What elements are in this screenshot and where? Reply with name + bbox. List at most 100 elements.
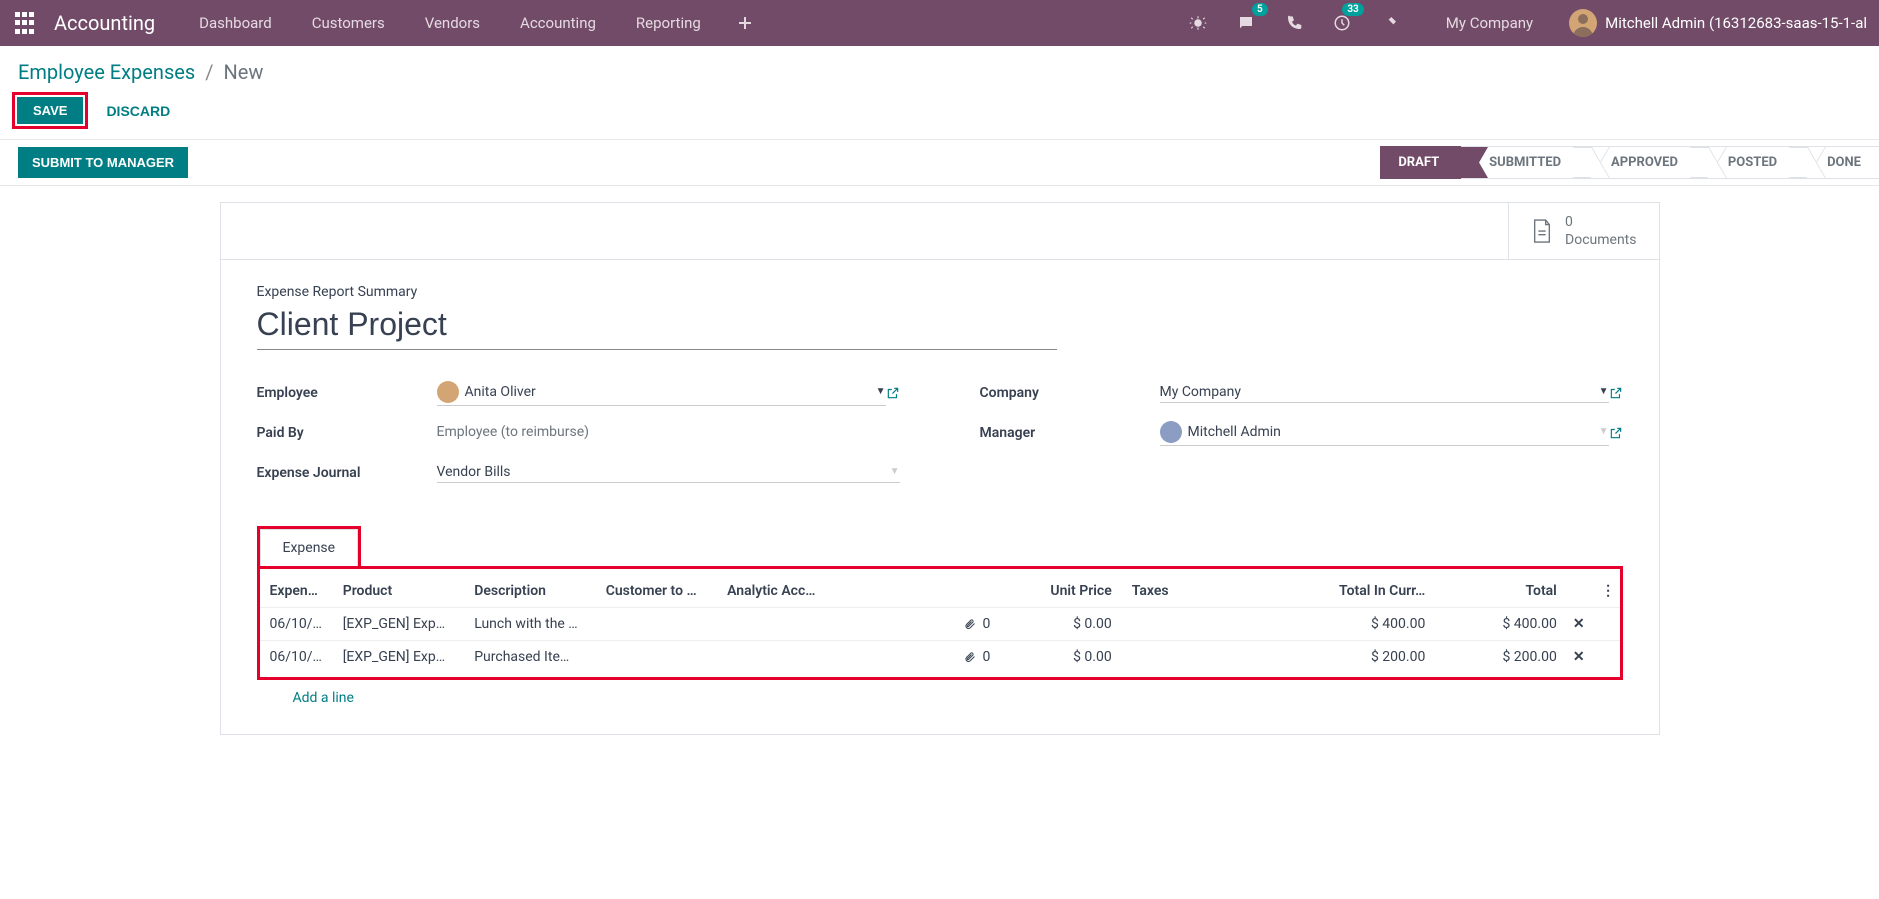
- chevron-down-icon[interactable]: ▼: [1599, 426, 1609, 437]
- nav-accounting[interactable]: Accounting: [504, 14, 612, 32]
- journal-field[interactable]: Vendor Bills ▼: [437, 464, 900, 483]
- status-steps: DRAFT SUBMITTED APPROVED POSTED DONE: [1380, 146, 1879, 179]
- discard-button[interactable]: DISCARD: [96, 97, 180, 125]
- manager-avatar: [1160, 421, 1182, 443]
- th-analytic[interactable]: Analytic Acc…: [717, 575, 838, 608]
- cell-attachments[interactable]: 0: [849, 616, 991, 632]
- table-header-row: Expen… Product Description Customer to ……: [260, 575, 1620, 608]
- cell-analytic[interactable]: [717, 641, 838, 674]
- cell-product[interactable]: [EXP_GEN] Exp…: [333, 641, 465, 674]
- messages-badge: 5: [1252, 3, 1268, 16]
- cell-customer[interactable]: [596, 608, 717, 641]
- nav-customers[interactable]: Customers: [296, 14, 401, 32]
- table-options-icon[interactable]: ⋮: [1597, 575, 1619, 608]
- table-row[interactable]: 06/10/… [EXP_GEN] Exp… Lunch with the … …: [260, 608, 1620, 641]
- th-description[interactable]: Description: [464, 575, 596, 608]
- nav-reporting[interactable]: Reporting: [620, 14, 717, 32]
- cell-taxes[interactable]: [1122, 641, 1243, 674]
- cell-attachments[interactable]: 0: [849, 649, 991, 665]
- submit-button[interactable]: SUBMIT TO MANAGER: [18, 147, 188, 178]
- chevron-down-icon[interactable]: ▼: [1599, 386, 1609, 397]
- cell-total-curr[interactable]: $ 400.00: [1243, 608, 1435, 641]
- manager-value: Mitchell Admin: [1188, 424, 1593, 440]
- cell-analytic[interactable]: [717, 608, 838, 641]
- th-date[interactable]: Expen…: [260, 575, 333, 608]
- employee-field[interactable]: Anita Oliver ▼: [437, 381, 886, 406]
- cell-customer[interactable]: [596, 641, 717, 674]
- cell-description[interactable]: Lunch with the …: [464, 608, 596, 641]
- paperclip-icon: [964, 650, 976, 664]
- nav-dashboard[interactable]: Dashboard: [183, 14, 288, 32]
- app-brand[interactable]: Accounting: [54, 11, 155, 35]
- breadcrumb: Employee Expenses / New: [0, 46, 1879, 92]
- paid-by-value: Employee (to reimburse): [437, 424, 900, 440]
- chevron-down-icon[interactable]: ▼: [876, 386, 886, 397]
- apps-menu-icon[interactable]: [12, 11, 36, 35]
- manager-field[interactable]: Mitchell Admin ▼: [1160, 421, 1609, 446]
- expense-table: Expen… Product Description Customer to ……: [260, 575, 1620, 673]
- employee-avatar: [437, 381, 459, 403]
- form-sheet: 0 Documents Expense Report Summary Emplo…: [220, 202, 1660, 735]
- user-menu[interactable]: Mitchell Admin (16312683-saas-15-1-al: [1569, 9, 1867, 37]
- activities-badge: 33: [1342, 3, 1363, 16]
- th-attach: [839, 575, 1001, 608]
- journal-value: Vendor Bills: [437, 464, 884, 480]
- manager-label: Manager: [980, 425, 1160, 441]
- cell-unit-price[interactable]: $ 0.00: [1000, 641, 1121, 674]
- step-draft[interactable]: DRAFT: [1380, 146, 1461, 179]
- paid-by-field[interactable]: Employee (to reimburse): [437, 424, 900, 442]
- company-selector[interactable]: My Company: [1430, 14, 1549, 32]
- tools-icon[interactable]: [1374, 7, 1406, 39]
- chevron-down-icon[interactable]: ▼: [890, 466, 900, 477]
- bug-icon[interactable]: [1182, 7, 1214, 39]
- top-navbar: Accounting Dashboard Customers Vendors A…: [0, 0, 1879, 46]
- th-total[interactable]: Total: [1435, 575, 1567, 608]
- company-field[interactable]: My Company ▼: [1160, 384, 1609, 403]
- save-highlight: SAVE: [12, 92, 88, 129]
- breadcrumb-parent[interactable]: Employee Expenses: [18, 60, 195, 84]
- th-unit-price[interactable]: Unit Price: [1000, 575, 1121, 608]
- activities-icon[interactable]: 33: [1326, 7, 1358, 39]
- company-value: My Company: [1160, 384, 1593, 400]
- breadcrumb-separator: /: [205, 60, 213, 84]
- status-bar: SUBMIT TO MANAGER DRAFT SUBMITTED APPROV…: [0, 139, 1879, 186]
- external-link-icon[interactable]: [1609, 426, 1623, 440]
- add-line-link[interactable]: Add a line: [257, 680, 1623, 710]
- journal-label: Expense Journal: [257, 465, 437, 481]
- expense-table-highlight: Expen… Product Description Customer to ……: [257, 566, 1623, 680]
- employee-value: Anita Oliver: [465, 384, 870, 400]
- row-delete-icon[interactable]: ✕: [1567, 641, 1597, 674]
- cell-total-curr[interactable]: $ 200.00: [1243, 641, 1435, 674]
- tab-highlight: Expense: [257, 526, 362, 569]
- external-link-icon[interactable]: [886, 386, 900, 400]
- th-customer[interactable]: Customer to …: [596, 575, 717, 608]
- sheet-top-bar: 0 Documents: [221, 203, 1659, 260]
- save-button[interactable]: SAVE: [17, 97, 83, 124]
- cell-date[interactable]: 06/10/…: [260, 608, 333, 641]
- documents-button[interactable]: 0 Documents: [1508, 203, 1658, 259]
- company-label: Company: [980, 385, 1160, 401]
- cell-unit-price[interactable]: $ 0.00: [1000, 608, 1121, 641]
- th-product[interactable]: Product: [333, 575, 465, 608]
- add-icon[interactable]: [729, 7, 761, 39]
- nav-vendors[interactable]: Vendors: [409, 14, 496, 32]
- th-total-curr[interactable]: Total In Curr…: [1243, 575, 1435, 608]
- cell-date[interactable]: 06/10/…: [260, 641, 333, 674]
- cell-description[interactable]: Purchased Ite…: [464, 641, 596, 674]
- cell-total: $ 400.00: [1435, 608, 1567, 641]
- messages-icon[interactable]: 5: [1230, 7, 1262, 39]
- table-row[interactable]: 06/10/… [EXP_GEN] Exp… Purchased Ite… 0 …: [260, 641, 1620, 674]
- tab-expense[interactable]: Expense: [260, 529, 359, 566]
- tabs-row: Expense: [257, 526, 1623, 569]
- th-taxes[interactable]: Taxes: [1122, 575, 1243, 608]
- user-avatar: [1569, 9, 1597, 37]
- title-input[interactable]: [257, 304, 1057, 350]
- cell-product[interactable]: [EXP_GEN] Exp…: [333, 608, 465, 641]
- document-icon: [1531, 217, 1553, 245]
- external-link-icon[interactable]: [1609, 386, 1623, 400]
- phone-icon[interactable]: [1278, 7, 1310, 39]
- summary-label: Expense Report Summary: [257, 284, 1623, 300]
- cell-taxes[interactable]: [1122, 608, 1243, 641]
- row-delete-icon[interactable]: ✕: [1567, 608, 1597, 641]
- employee-label: Employee: [257, 385, 437, 401]
